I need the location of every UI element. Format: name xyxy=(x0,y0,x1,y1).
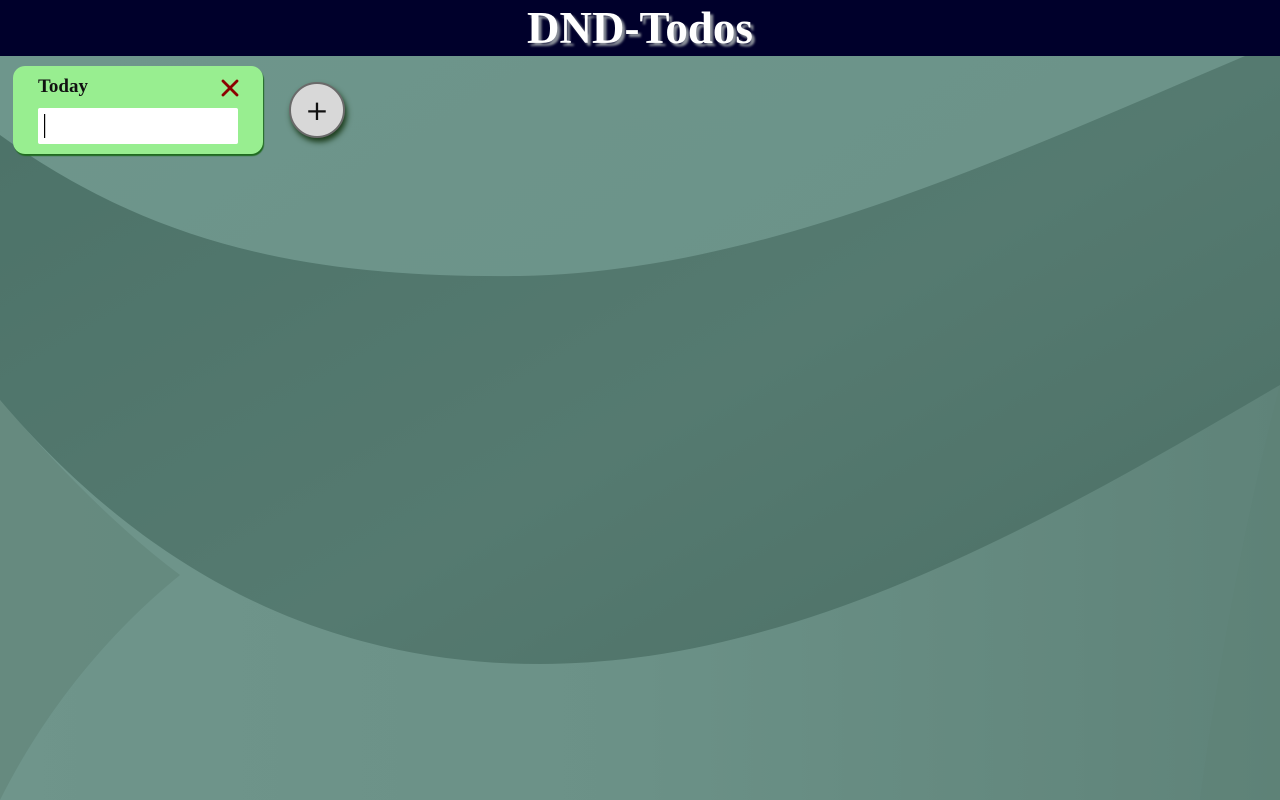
todo-board: Today + xyxy=(0,56,1280,800)
close-icon[interactable] xyxy=(219,77,241,99)
add-card-button[interactable]: + xyxy=(289,82,345,138)
card-title: Today xyxy=(38,76,88,97)
todo-card[interactable]: Today xyxy=(13,66,263,154)
text-caret xyxy=(44,114,46,138)
todo-input[interactable] xyxy=(38,108,238,144)
app-header: DND-Todos xyxy=(0,0,1280,56)
plus-icon: + xyxy=(305,93,329,127)
app-title: DND-Todos xyxy=(527,3,753,53)
